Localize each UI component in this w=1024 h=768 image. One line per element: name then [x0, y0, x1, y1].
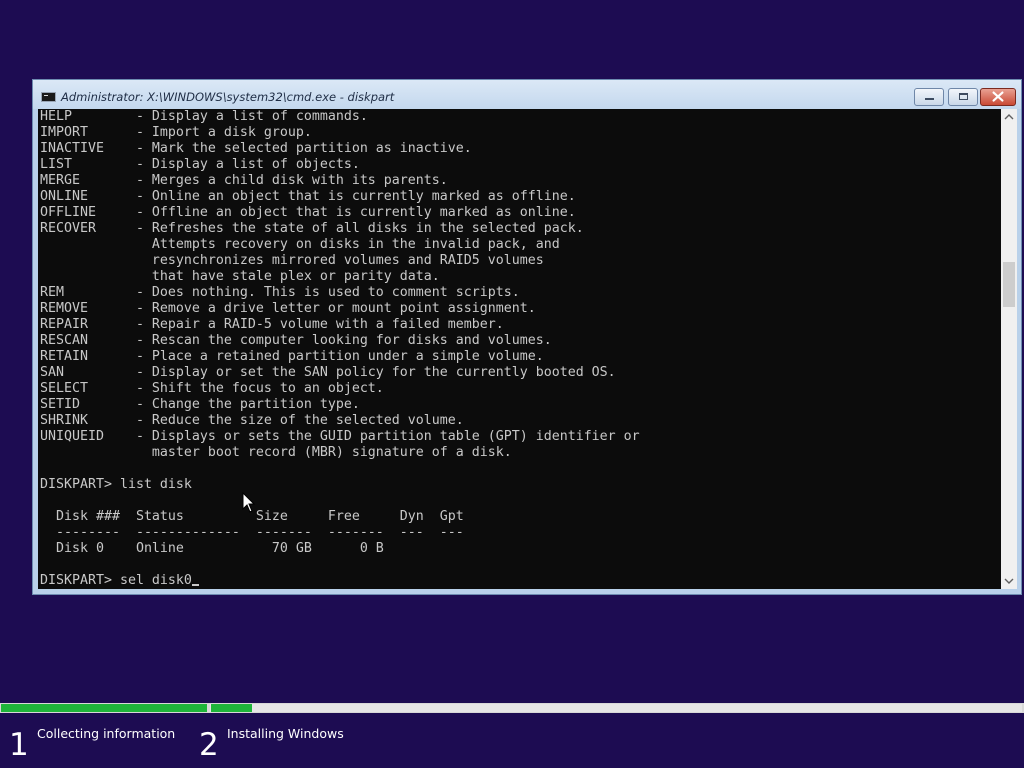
- console-line: DISKPART> list disk: [40, 477, 192, 492]
- close-icon: [992, 91, 1004, 102]
- cmd-window[interactable]: Administrator: X:\WINDOWS\system32\cmd.e…: [32, 79, 1022, 595]
- console-line: HELP - Display a list of commands.: [40, 109, 368, 124]
- console-line: UNIQUEID - Displays or sets the GUID par…: [40, 429, 640, 444]
- progress-step-2-track: [210, 704, 1022, 712]
- console-line: RECOVER - Refreshes the state of all dis…: [40, 221, 584, 236]
- console-line: DISKPART> sel disk0: [40, 573, 199, 589]
- console-line: Disk 0 Online 70 GB 0 B: [40, 541, 384, 556]
- console-line: RESCAN - Rescan the computer looking for…: [40, 333, 552, 348]
- console-line: that have stale plex or parity data.: [40, 269, 440, 284]
- console-line: REMOVE - Remove a drive letter or mount …: [40, 301, 536, 316]
- console-line: SELECT - Shift the focus to an object.: [40, 381, 384, 396]
- scroll-up-icon[interactable]: [1001, 109, 1017, 126]
- console-line: resynchronizes mirrored volumes and RAID…: [40, 253, 544, 268]
- setup-progress-bar: [0, 703, 1024, 713]
- minimize-button[interactable]: [914, 88, 944, 106]
- minimize-icon: [925, 98, 934, 100]
- cmd-icon: [41, 92, 56, 102]
- console-line: SAN - Display or set the SAN policy for …: [40, 365, 616, 380]
- mouse-pointer-icon: [242, 492, 256, 513]
- console-line: SETID - Change the partition type.: [40, 397, 360, 412]
- title-bar[interactable]: Administrator: X:\WINDOWS\system32\cmd.e…: [33, 80, 1021, 109]
- console-line: SHRINK - Reduce the size of the selected…: [40, 413, 464, 428]
- step-1-label: Collecting information: [37, 726, 176, 741]
- window-title: Administrator: X:\WINDOWS\system32\cmd.e…: [61, 90, 395, 104]
- step-2-label: Installing Windows: [227, 726, 344, 741]
- scroll-down-icon[interactable]: [1001, 572, 1017, 589]
- step-1-number: 1: [9, 727, 29, 763]
- console-line: LIST - Display a list of objects.: [40, 157, 360, 172]
- maximize-button[interactable]: [948, 88, 978, 106]
- console-output[interactable]: HELP - Display a list of commands. IMPORT…: [38, 109, 1001, 589]
- vertical-scrollbar[interactable]: [1001, 109, 1017, 589]
- step-2-number: 2: [199, 727, 219, 763]
- scrollbar-thumb[interactable]: [1003, 262, 1015, 307]
- console-line: REM - Does nothing. This is used to comm…: [40, 285, 520, 300]
- console-line: IMPORT - Import a disk group.: [40, 125, 312, 140]
- console-line: ONLINE - Online an object that is curren…: [40, 189, 576, 204]
- close-button[interactable]: [980, 88, 1016, 106]
- console-line: REPAIR - Repair a RAID-5 volume with a f…: [40, 317, 504, 332]
- text-cursor: [191, 584, 199, 586]
- console-line: master boot record (MBR) signature of a …: [40, 445, 512, 460]
- console-line: Attempts recovery on disks in the invali…: [40, 237, 560, 252]
- progress-step-2: [211, 704, 252, 712]
- maximize-icon: [959, 93, 968, 100]
- console-line: INACTIVE - Mark the selected partition a…: [40, 141, 472, 156]
- console-line: MERGE - Merges a child disk with its par…: [40, 173, 448, 188]
- console-line: OFFLINE - Offline an object that is curr…: [40, 205, 576, 220]
- progress-step-1: [1, 704, 207, 712]
- console-line: RETAIN - Place a retained partition unde…: [40, 349, 544, 364]
- console-line: -------- ------------- ------- ------- -…: [40, 525, 464, 540]
